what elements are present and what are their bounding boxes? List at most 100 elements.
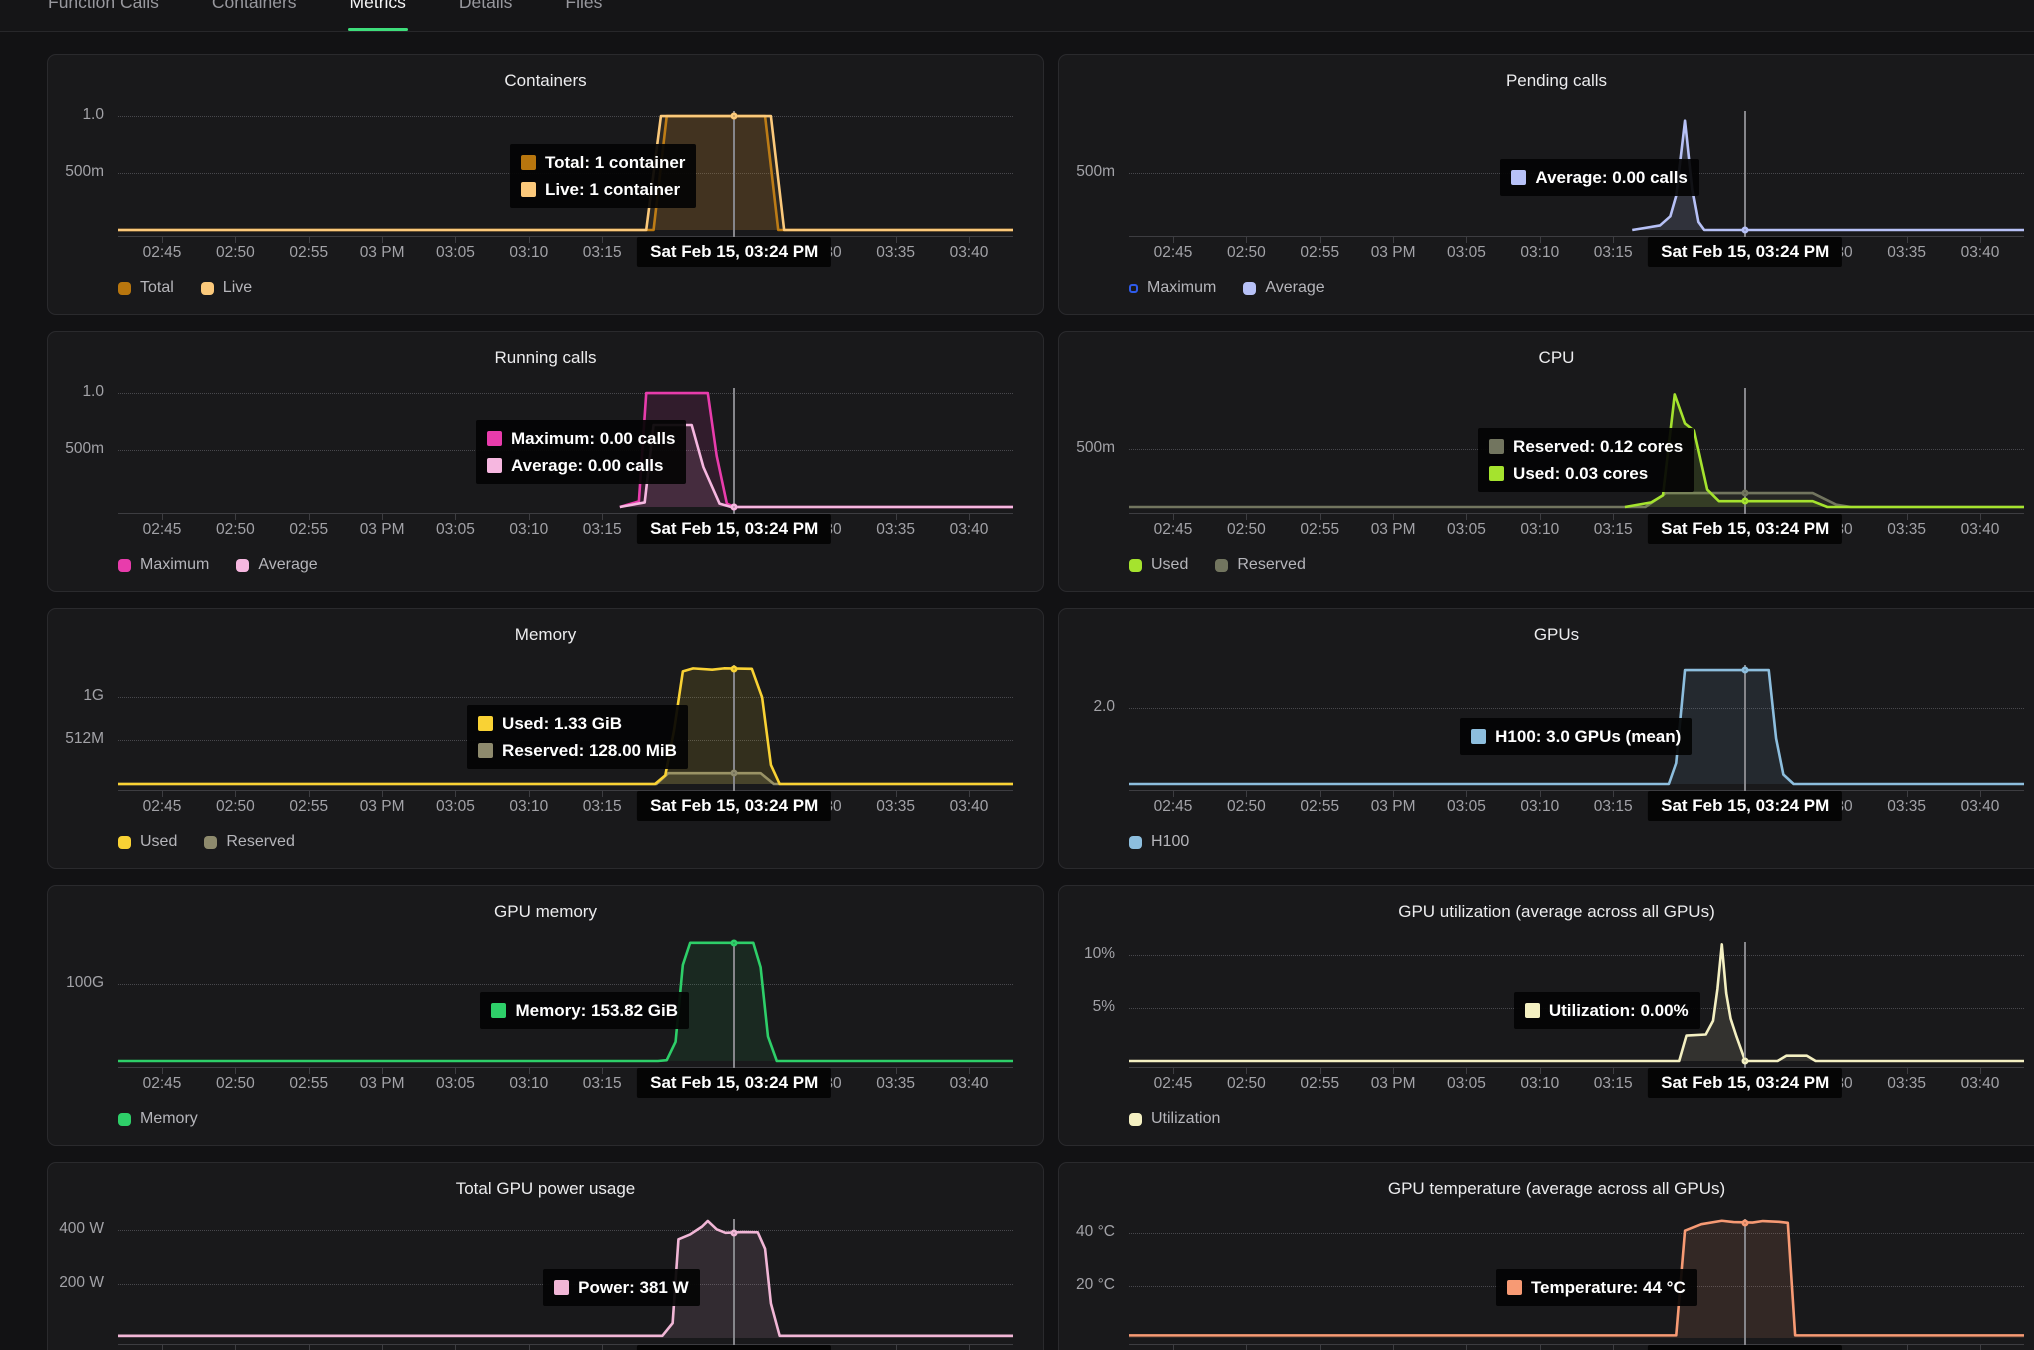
x-axis-tick — [455, 237, 456, 243]
legend-item-used[interactable]: Used — [1129, 556, 1188, 574]
hover-date-tooltip: Sat Feb 15, 03:24 PM — [637, 237, 831, 267]
x-axis — [118, 513, 1013, 519]
legend-chip — [118, 836, 131, 849]
x-axis-tick — [1540, 791, 1541, 797]
legend-item-average[interactable]: Average — [1243, 279, 1324, 297]
legend-item-utilization[interactable]: Utilization — [1129, 1110, 1220, 1128]
x-axis-label: 03:35 — [1887, 244, 1926, 262]
plot-area[interactable]: 1.0500mMaximum: 0.00 callsAverage: 0.00 … — [118, 384, 1013, 507]
x-axis-tick — [162, 1345, 163, 1350]
x-axis-label: 03 PM — [1371, 521, 1416, 539]
x-axis-tick — [235, 514, 236, 520]
x-axis-label: 02:55 — [289, 244, 328, 262]
tab-label: Function Calls — [48, 0, 159, 13]
x-axis-tick — [1613, 1345, 1614, 1350]
x-axis-label: 02:45 — [1154, 521, 1193, 539]
x-axis-tick — [1320, 237, 1321, 243]
tooltip-row: Live: 1 container — [521, 176, 685, 203]
x-axis-label: 03 PM — [1371, 798, 1416, 816]
legend-item-used[interactable]: Used — [118, 833, 177, 851]
x-axis-tick — [382, 1068, 383, 1074]
legend-item-memory[interactable]: Memory — [118, 1110, 198, 1128]
x-axis-tick — [1320, 1068, 1321, 1074]
tab-files[interactable]: Files — [565, 0, 602, 31]
crosshair-line — [1744, 665, 1746, 791]
legend-chip — [118, 282, 131, 295]
plot-area[interactable]: 10%5%Utilization: 0.00% — [1129, 938, 2024, 1061]
legend-item-reserved[interactable]: Reserved — [204, 833, 294, 851]
tooltip-row: Memory: 153.82 GiB — [491, 997, 678, 1024]
x-axis-tick — [1320, 791, 1321, 797]
x-axis-tick — [455, 514, 456, 520]
x-axis-label: 03:15 — [583, 1075, 622, 1093]
tab-label: Containers — [212, 0, 297, 13]
x-axis-tick — [896, 1068, 897, 1074]
legend-item-live[interactable]: Live — [201, 279, 252, 297]
tab-function-calls[interactable]: Function Calls — [48, 0, 159, 31]
plot-area[interactable]: 500mAverage: 0.00 calls — [1129, 107, 2024, 230]
x-axis-label: 03:35 — [876, 244, 915, 262]
x-axis-tick — [896, 237, 897, 243]
hover-date-tooltip: Sat Feb 15, 03:24 PM — [637, 514, 831, 544]
plot-area[interactable]: 1G512MUsed: 1.33 GiBReserved: 128.00 MiB — [118, 661, 1013, 784]
legend: Utilization — [1129, 1110, 1220, 1128]
x-axis-label: 03:10 — [509, 1075, 548, 1093]
tooltip-row: Power: 381 W — [554, 1274, 689, 1301]
chart-title: GPUs — [1059, 625, 2034, 645]
x-axis-tick — [309, 791, 310, 797]
x-axis-labels: 02:4502:5002:5503 PM03:0503:1003:1503:20… — [118, 521, 1013, 545]
tab-label: Metrics — [350, 0, 406, 13]
x-axis-labels: 02:4502:5002:5503 PM03:0503:1003:1503:20… — [1129, 244, 2024, 268]
plot-area[interactable]: 400 W200 WPower: 381 W — [118, 1215, 1013, 1338]
x-axis-tick — [1907, 514, 1908, 520]
legend-item-total[interactable]: Total — [118, 279, 174, 297]
x-axis-tick — [1540, 1068, 1541, 1074]
x-axis-tick — [1907, 1345, 1908, 1350]
x-axis-labels: 02:4502:5002:5503 PM03:0503:1003:1503:20… — [118, 798, 1013, 822]
x-axis-labels: 02:4502:5002:5503 PM03:0503:1003:1503:20… — [1129, 521, 2024, 545]
hover-marker-live — [731, 113, 738, 120]
y-axis-label: 1.0 — [48, 106, 104, 124]
x-axis-tick — [602, 514, 603, 520]
x-axis-label: 02:50 — [216, 798, 255, 816]
x-axis-label: 03 PM — [360, 798, 405, 816]
hover-date-tooltip: Sat Feb 15, 03:24 PM — [637, 791, 831, 821]
legend-item-maximum[interactable]: Maximum — [1129, 279, 1216, 297]
x-axis-tick — [309, 514, 310, 520]
plot-area[interactable]: 500mReserved: 0.12 coresUsed: 0.03 cores — [1129, 384, 2024, 507]
tab-label: Details — [459, 0, 513, 13]
chart-card-total-gpu-power-usage: Total GPU power usage400 W200 WPower: 38… — [47, 1162, 1044, 1350]
plot-area[interactable]: 100GMemory: 153.82 GiB — [118, 938, 1013, 1061]
x-axis-tick — [1540, 237, 1541, 243]
x-axis-tick — [235, 237, 236, 243]
x-axis-label: 03:40 — [1961, 798, 2000, 816]
legend-item-average[interactable]: Average — [236, 556, 317, 574]
x-axis-tick — [1613, 1068, 1614, 1074]
x-axis-label: 02:45 — [1154, 798, 1193, 816]
tooltip-row: Maximum: 0.00 calls — [487, 425, 675, 452]
plot-area[interactable]: 1.0500mTotal: 1 containerLive: 1 contain… — [118, 107, 1013, 230]
series-reserved-line — [118, 773, 1013, 784]
x-axis-label: 02:50 — [216, 1075, 255, 1093]
plot-area[interactable]: 2.0H100: 3.0 GPUs (mean) — [1129, 661, 2024, 784]
legend-item-h100[interactable]: H100 — [1129, 833, 1189, 851]
tab-details[interactable]: Details — [459, 0, 513, 31]
x-axis-tick — [309, 237, 310, 243]
legend-chip — [1129, 559, 1142, 572]
y-axis-label: 10% — [1059, 945, 1115, 963]
legend-item-maximum[interactable]: Maximum — [118, 556, 209, 574]
x-axis-label: 03:40 — [950, 521, 989, 539]
chart-title: Containers — [48, 71, 1043, 91]
hover-date-tooltip: Sat Feb 15, 03:24 PM — [1648, 1345, 1842, 1350]
x-axis-tick — [1613, 237, 1614, 243]
tooltip-series-chip — [554, 1280, 569, 1295]
x-axis-label: 03:10 — [509, 521, 548, 539]
tab-metrics[interactable]: Metrics — [350, 0, 406, 31]
legend-label: Maximum — [1147, 279, 1216, 297]
y-axis-label: 20 °C — [1059, 1276, 1115, 1294]
legend-item-reserved[interactable]: Reserved — [1215, 556, 1305, 574]
legend-label: Utilization — [1151, 1110, 1220, 1128]
x-axis-tick — [1393, 514, 1394, 520]
plot-area[interactable]: 40 °C20 °CTemperature: 44 °C — [1129, 1215, 2024, 1338]
tab-containers[interactable]: Containers — [212, 0, 297, 31]
